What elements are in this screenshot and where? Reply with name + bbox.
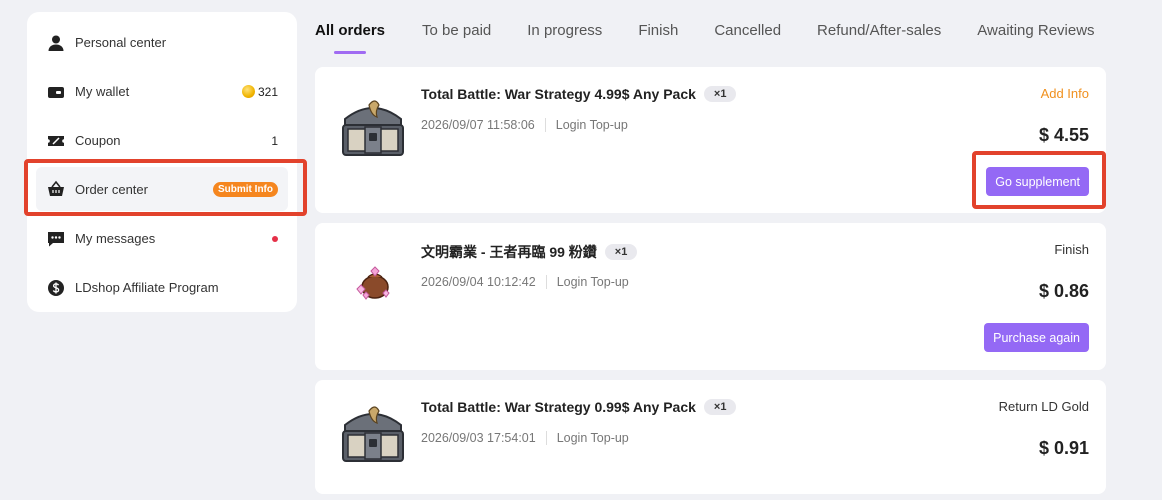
purchase-again-button[interactable]: Purchase again <box>984 323 1089 352</box>
user-icon <box>47 34 65 52</box>
quantity-badge: ×1 <box>703 399 737 415</box>
treasure-chest-icon <box>335 395 411 471</box>
order-title: Total Battle: War Strategy 0.99$ Any Pac… <box>421 399 737 415</box>
order-title-text: Total Battle: War Strategy 0.99$ Any Pac… <box>421 399 696 415</box>
order-meta: 2026/09/03 17:54:01 Login Top-up <box>421 431 629 445</box>
tab-to-be-paid[interactable]: To be paid <box>422 22 491 39</box>
order-price: $ 0.86 <box>1038 281 1089 301</box>
order-price: $ 4.55 <box>1038 125 1089 145</box>
sidebar: Personal center My wallet 321 Coupon 1 O… <box>27 12 297 312</box>
order-status[interactable]: Add Info <box>1041 86 1089 101</box>
order-tabs: All orders To be paid In progress Finish… <box>315 22 1095 54</box>
dollar-icon <box>47 279 65 297</box>
order-method: Login Top-up <box>556 431 629 445</box>
meta-divider <box>545 431 547 445</box>
coupon-icon <box>47 132 65 150</box>
diamond-bag-icon <box>335 241 411 317</box>
order-title-text: 文明霸業 - 王者再臨 99 粉鑽 <box>421 244 597 260</box>
sidebar-item-label: My wallet <box>75 84 130 99</box>
unread-dot <box>272 235 278 242</box>
go-supplement-button[interactable]: Go supplement <box>986 167 1089 196</box>
quantity-badge: ×1 <box>604 244 638 260</box>
sidebar-item-label: My messages <box>75 231 156 246</box>
order-price: $ 0.91 <box>1038 438 1089 458</box>
sidebar-item-personal-center[interactable]: Personal center <box>36 18 288 67</box>
sidebar-item-label: Personal center <box>75 35 167 50</box>
coupon-count: 1 <box>271 133 278 148</box>
tab-in-progress[interactable]: In progress <box>527 22 602 39</box>
tab-label: All orders <box>315 22 386 39</box>
sidebar-item-affiliate[interactable]: LDshop Affiliate Program <box>36 263 288 312</box>
treasure-chest-icon <box>335 89 411 165</box>
sidebar-item-my-messages[interactable]: My messages <box>36 214 288 263</box>
tab-awaiting-reviews[interactable]: Awaiting Reviews <box>977 22 1094 39</box>
basket-icon <box>47 180 65 198</box>
order-method: Login Top-up <box>556 275 629 289</box>
wallet-balance: 321 <box>241 84 278 99</box>
chat-icon <box>47 230 65 248</box>
order-meta: 2026/09/04 10:12:42 Login Top-up <box>421 275 629 289</box>
order-meta: 2026/09/07 11:58:06 Login Top-up <box>421 118 628 132</box>
sidebar-item-order-center[interactable]: Order center Submit Info <box>36 167 288 211</box>
wallet-balance-value: 321 <box>257 84 278 99</box>
sidebar-item-label: Coupon <box>75 133 121 148</box>
order-title: Total Battle: War Strategy 4.99$ Any Pac… <box>421 86 737 102</box>
order-title: 文明霸業 - 王者再臨 99 粉鑽 ×1 <box>421 242 638 262</box>
submit-info-badge: Submit Info <box>213 181 278 197</box>
wallet-icon <box>47 83 65 101</box>
order-date: 2026/09/03 17:54:01 <box>421 431 536 445</box>
order-card[interactable]: 文明霸業 - 王者再臨 99 粉鑽 ×1 2026/09/04 10:12:42… <box>315 223 1106 370</box>
tab-refund-after-sales[interactable]: Refund/After-sales <box>817 22 941 39</box>
sidebar-item-label: LDshop Affiliate Program <box>75 280 219 295</box>
order-status: Return LD Gold <box>998 399 1089 414</box>
order-date: 2026/09/04 10:12:42 <box>421 275 536 289</box>
order-title-text: Total Battle: War Strategy 4.99$ Any Pac… <box>421 86 696 102</box>
tab-finish[interactable]: Finish <box>638 22 678 39</box>
order-card[interactable]: Total Battle: War Strategy 4.99$ Any Pac… <box>315 67 1106 213</box>
meta-divider <box>544 118 546 132</box>
order-status: Finish <box>1054 242 1089 257</box>
active-tab-indicator <box>334 51 366 54</box>
coin-icon <box>241 85 255 98</box>
tab-cancelled[interactable]: Cancelled <box>714 22 781 39</box>
sidebar-item-coupon[interactable]: Coupon 1 <box>36 116 288 165</box>
quantity-badge: ×1 <box>703 86 737 102</box>
order-date: 2026/09/07 11:58:06 <box>421 118 535 132</box>
sidebar-item-my-wallet[interactable]: My wallet 321 <box>36 67 288 116</box>
order-method: Login Top-up <box>555 118 628 132</box>
meta-divider <box>545 275 547 289</box>
order-card[interactable]: Total Battle: War Strategy 0.99$ Any Pac… <box>315 380 1106 494</box>
tab-all-orders[interactable]: All orders <box>315 22 386 54</box>
sidebar-item-label: Order center <box>75 181 148 197</box>
